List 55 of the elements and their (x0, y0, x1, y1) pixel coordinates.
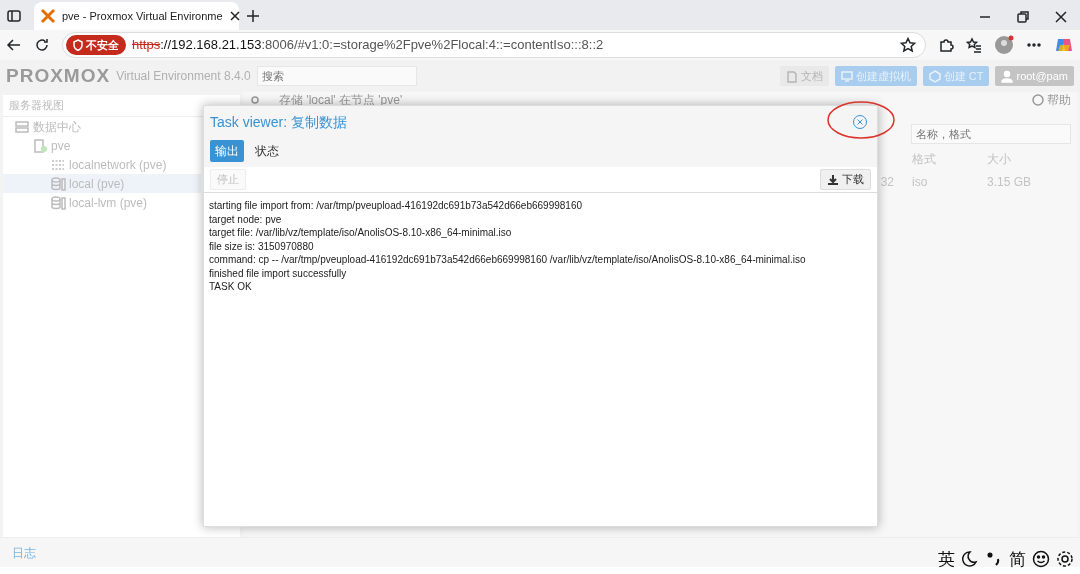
product-version: Virtual Environment 8.4.0 (116, 68, 251, 85)
smile-icon[interactable] (1032, 550, 1050, 569)
monitor-icon (840, 69, 853, 83)
log-line: file size is: 3150970880 (209, 239, 315, 253)
proxmox-logo: PROXMOX (6, 63, 111, 88)
moon-icon[interactable] (961, 550, 979, 569)
database-icon (51, 195, 66, 210)
log-line: starting file import from: /var/tmp/pveupload-416192dc691b73a542d66eb669998160 (209, 199, 584, 213)
new-tab-icon[interactable] (245, 8, 261, 24)
sidebar-icon[interactable] (6, 8, 22, 24)
search-field[interactable]: 名称，格式 (911, 124, 1071, 144)
shield-icon (73, 39, 83, 51)
tree-item[interactable]: local-lvm (pve) (3, 193, 201, 212)
refresh-icon[interactable] (34, 37, 50, 53)
profile-icon[interactable] (994, 35, 1014, 55)
back-icon[interactable] (6, 37, 22, 53)
download-button[interactable]: 下载 (820, 169, 871, 190)
tree-item[interactable]: pve (3, 136, 201, 155)
tree-item[interactable]: localnetwork (pve) (3, 155, 201, 174)
user-icon (1001, 69, 1014, 83)
annotation-ellipse (827, 100, 895, 140)
settings-icon[interactable] (1056, 550, 1074, 569)
search-field[interactable]: 搜索 (256, 66, 417, 86)
proxmox-logo-icon (40, 8, 56, 24)
favorites-icon[interactable] (966, 37, 982, 53)
tree-item[interactable]: 数据中心 (3, 117, 201, 136)
tab[interactable]: 状态 (250, 140, 284, 162)
close-icon[interactable] (1054, 10, 1068, 24)
url-text: https://192.168.21.153:8006/#v1:0:=storage%2Fpve%2Flocal:4::=contentIso:::8::2 (132, 36, 605, 55)
cube-icon (928, 69, 941, 83)
log-line: target file: /var/lib/vz/template/iso/AnolisOS-8.10-x86_64-minimal.iso (209, 226, 513, 240)
help-button[interactable]: 帮助 (1032, 90, 1071, 109)
star-icon[interactable] (900, 37, 916, 53)
ime-mode-button[interactable]: 英 (938, 546, 955, 572)
user-menu-button[interactable]: root@pam (995, 66, 1074, 86)
server-icon (33, 138, 48, 153)
address-bar[interactable]: 不安全 https://192.168.21.153:8006/#v1:0:=storage%2Fpve%2Flocal:4::=contentIso:::8::2 (62, 32, 926, 58)
grid-icon (51, 157, 66, 172)
create-vm-button[interactable]: 创建虚拟机 (834, 66, 917, 86)
log-line: finished file import successfully (209, 266, 348, 280)
puzzle-icon[interactable] (938, 37, 954, 53)
tree-item[interactable]: local (pve) (3, 174, 201, 193)
log-line: TASK OK (209, 280, 253, 294)
create-ct-button[interactable]: 创建 CT (922, 66, 990, 86)
security-badge[interactable]: 不安全 (66, 34, 126, 56)
log-line: target node: pve (209, 212, 283, 226)
restore-icon[interactable] (1016, 10, 1030, 24)
database-icon (51, 176, 66, 191)
ime-mode-button[interactable]: 简 (1009, 546, 1026, 572)
log-line: command: cp -- /var/tmp/pveupload-416192dc691b73a542d66eb669998160 /var/lib/vz/template/iso/AnolisOS-8.10-x86_64-minimal.iso (209, 253, 807, 267)
close-icon[interactable] (228, 10, 241, 22)
tab[interactable]: 输出 (210, 140, 244, 162)
log-tab[interactable]: 日志 (12, 543, 36, 562)
download-icon (827, 173, 839, 186)
server-icon (15, 119, 30, 134)
